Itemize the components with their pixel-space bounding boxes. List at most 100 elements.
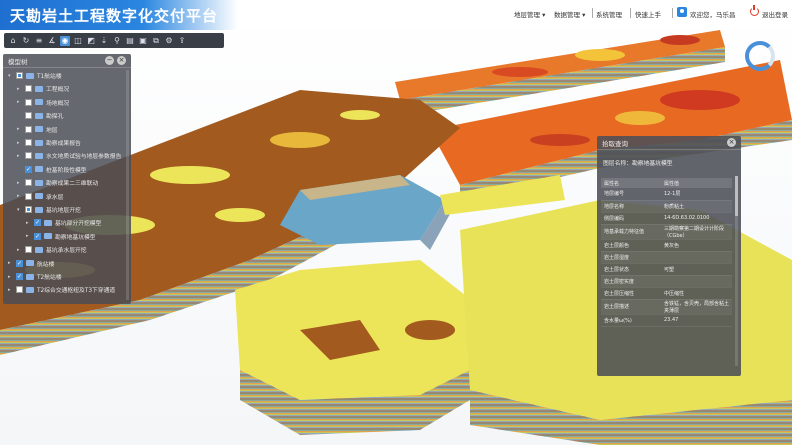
tree-checkbox[interactable] — [16, 286, 23, 294]
tree-checkbox[interactable] — [25, 139, 32, 146]
attribute-row: 岩土层描述 含铁锰，含贝壳，局部含粘土夹薄层 — [601, 299, 732, 315]
tree-checkbox[interactable] — [25, 192, 32, 200]
tree-item[interactable]: ▸ 基坑承水层开挖 — [17, 244, 87, 255]
close-icon[interactable]: × — [727, 138, 736, 147]
minimize-icon[interactable]: − — [105, 56, 114, 65]
folder-icon — [35, 206, 43, 213]
tree-checkbox[interactable] — [16, 273, 23, 280]
user-greeting[interactable]: 欢迎您，马乐昌 — [690, 9, 736, 19]
tree-expand-icon[interactable]: ▸ — [17, 140, 22, 146]
compare-icon[interactable]: ⧉ — [151, 36, 161, 46]
attribute-scrollbar[interactable] — [735, 176, 738, 366]
nav-divider — [630, 8, 631, 18]
identify-icon[interactable]: ◉ — [60, 35, 70, 46]
tree-item[interactable]: ▸ 勘察成果报告 — [17, 137, 81, 148]
refresh-icon[interactable]: ↻ — [21, 36, 31, 46]
measure-icon[interactable]: ∡ — [47, 36, 57, 46]
tree-item[interactable]: ▸ 水文地质试验与地层参数报告 — [17, 150, 121, 161]
tree-expand-icon[interactable]: ▸ — [8, 260, 13, 266]
tree-item[interactable]: 勘探孔 — [17, 110, 63, 121]
folder-icon — [35, 85, 43, 92]
tree-checkbox[interactable] — [34, 219, 41, 227]
upload-icon[interactable]: ⇪ — [177, 36, 187, 46]
settings-icon[interactable]: ⚙ — [164, 36, 174, 46]
tree-checkbox[interactable] — [25, 85, 32, 93]
nav-divider — [592, 8, 593, 18]
tree-item[interactable]: ▾ T1航站楼 — [8, 70, 62, 81]
nav-quick-start[interactable]: 快速上手 — [635, 9, 661, 19]
tree-expand-icon[interactable]: ▸ — [8, 287, 13, 293]
tree-expand-icon[interactable]: ▸ — [26, 220, 31, 226]
tree-item[interactable]: ▸ 勘察地基坑模型 — [26, 231, 96, 242]
tree-expand-icon[interactable]: ▸ — [17, 86, 22, 92]
nav-stratum-management[interactable]: 地层管理 ▾ — [514, 9, 545, 19]
tree-item-label: T1航站楼 — [37, 74, 62, 80]
tree-item[interactable]: 桩基阶段性模型 — [17, 164, 87, 175]
attribute-value: 14-6D.63.02.0100 — [661, 212, 732, 225]
tree-checkbox[interactable] — [25, 206, 32, 213]
nav-system-management[interactable]: 系统管理 — [596, 9, 622, 19]
home-icon[interactable]: ⌂ — [8, 36, 18, 46]
tree-item-label: 工程概况 — [46, 87, 70, 94]
nav-data-management[interactable]: 数据管理 ▾ — [554, 9, 585, 19]
tree-checkbox[interactable] — [34, 232, 41, 240]
tree-expand-icon[interactable]: ▸ — [17, 126, 22, 132]
slice-icon[interactable]: ◩ — [86, 36, 96, 46]
drill-icon[interactable]: ⇣ — [99, 36, 109, 46]
attribute-value: 23.47 — [661, 314, 732, 327]
tree-item[interactable]: ▸ T2航站楼 — [8, 271, 62, 282]
tree-checkbox[interactable] — [25, 98, 32, 106]
tree-item-label: 桩基阶段性模型 — [46, 167, 87, 174]
tree-checkbox[interactable] — [25, 125, 32, 133]
folder-icon — [35, 152, 43, 159]
tree-item[interactable]: ▸ T2综合交通枢纽及T3下穿通道 — [8, 284, 115, 295]
tree-expand-icon[interactable]: ▸ — [17, 153, 22, 159]
tree-item[interactable]: ▸ 勘察成果二三维联动 — [17, 177, 98, 188]
attribute-value: 三期勘察第二期设计计阶段（CGbe） — [661, 224, 732, 240]
power-icon[interactable] — [750, 5, 759, 16]
marker-icon[interactable]: ⚲ — [112, 36, 122, 46]
tree-item[interactable]: ▸ 基坑部分开挖模型 — [26, 217, 101, 228]
cube-icon[interactable]: ◫ — [73, 36, 83, 46]
tree-item-label: T2综合交通枢纽及T3下穿通道 — [37, 288, 116, 295]
tree-expand-icon[interactable]: ▾ — [8, 73, 13, 79]
user-icon — [677, 7, 687, 17]
tree-item[interactable]: ▸ 工程概况 — [17, 83, 69, 94]
attribute-name: 地层名称 — [601, 200, 661, 213]
tree-checkbox[interactable] — [25, 165, 32, 173]
attribute-row: 地层名称 粉质粘土 — [601, 200, 732, 213]
tree-expand-icon[interactable]: ▸ — [17, 247, 22, 253]
logout-link[interactable]: 退出登录 — [762, 9, 788, 19]
attribute-name: 地层编号 — [601, 188, 661, 201]
tree-checkbox[interactable] — [25, 152, 32, 160]
tree-item[interactable]: ▸ 场地概况 — [17, 97, 69, 108]
attribute-name: 岩土层颜色 — [601, 239, 661, 252]
tree-checkbox[interactable] — [25, 112, 32, 120]
tree-item-label: 地层 — [46, 127, 58, 134]
folder-icon — [35, 112, 43, 119]
folder-icon — [35, 126, 43, 133]
tree-item[interactable]: ▾ 基坑地层开挖 — [17, 204, 81, 215]
tree-expand-icon[interactable]: ▾ — [17, 207, 22, 213]
model-tree-scrollbar[interactable] — [126, 70, 129, 300]
model-tree-panel: 模型树 − × ▾ T1航站楼 ▸ 工程概况 ▸ 场地概况 勘探孔 ▸ 地层 ▸ 勘察成果报告 ▸ 水文… — [3, 54, 131, 304]
tree-checkbox[interactable] — [25, 179, 32, 187]
tree-checkbox[interactable] — [25, 246, 32, 254]
layers-icon[interactable]: ≡ — [34, 36, 44, 46]
tree-item[interactable]: ▸ 承水层 — [17, 191, 63, 202]
screenshot-icon[interactable]: ▣ — [138, 36, 148, 46]
tree-expand-icon[interactable]: ▸ — [17, 99, 22, 105]
tree-item[interactable]: ▸ 航站楼 — [8, 258, 54, 269]
compass-icon[interactable] — [745, 41, 775, 71]
tree-expand-icon[interactable]: ▸ — [17, 180, 22, 186]
section-icon[interactable]: ▤ — [125, 36, 135, 46]
attribute-row: 地层编号 12-1层 — [601, 188, 732, 201]
tree-expand-icon[interactable]: ▸ — [26, 233, 31, 239]
close-icon[interactable]: × — [117, 56, 126, 65]
tree-item[interactable]: ▸ 地层 — [17, 124, 58, 135]
tree-expand-icon[interactable]: ▸ — [8, 274, 13, 280]
tree-checkbox[interactable] — [16, 72, 23, 79]
tree-checkbox[interactable] — [16, 259, 23, 267]
tree-expand-icon[interactable]: ▸ — [17, 193, 22, 199]
folder-icon — [35, 139, 43, 146]
